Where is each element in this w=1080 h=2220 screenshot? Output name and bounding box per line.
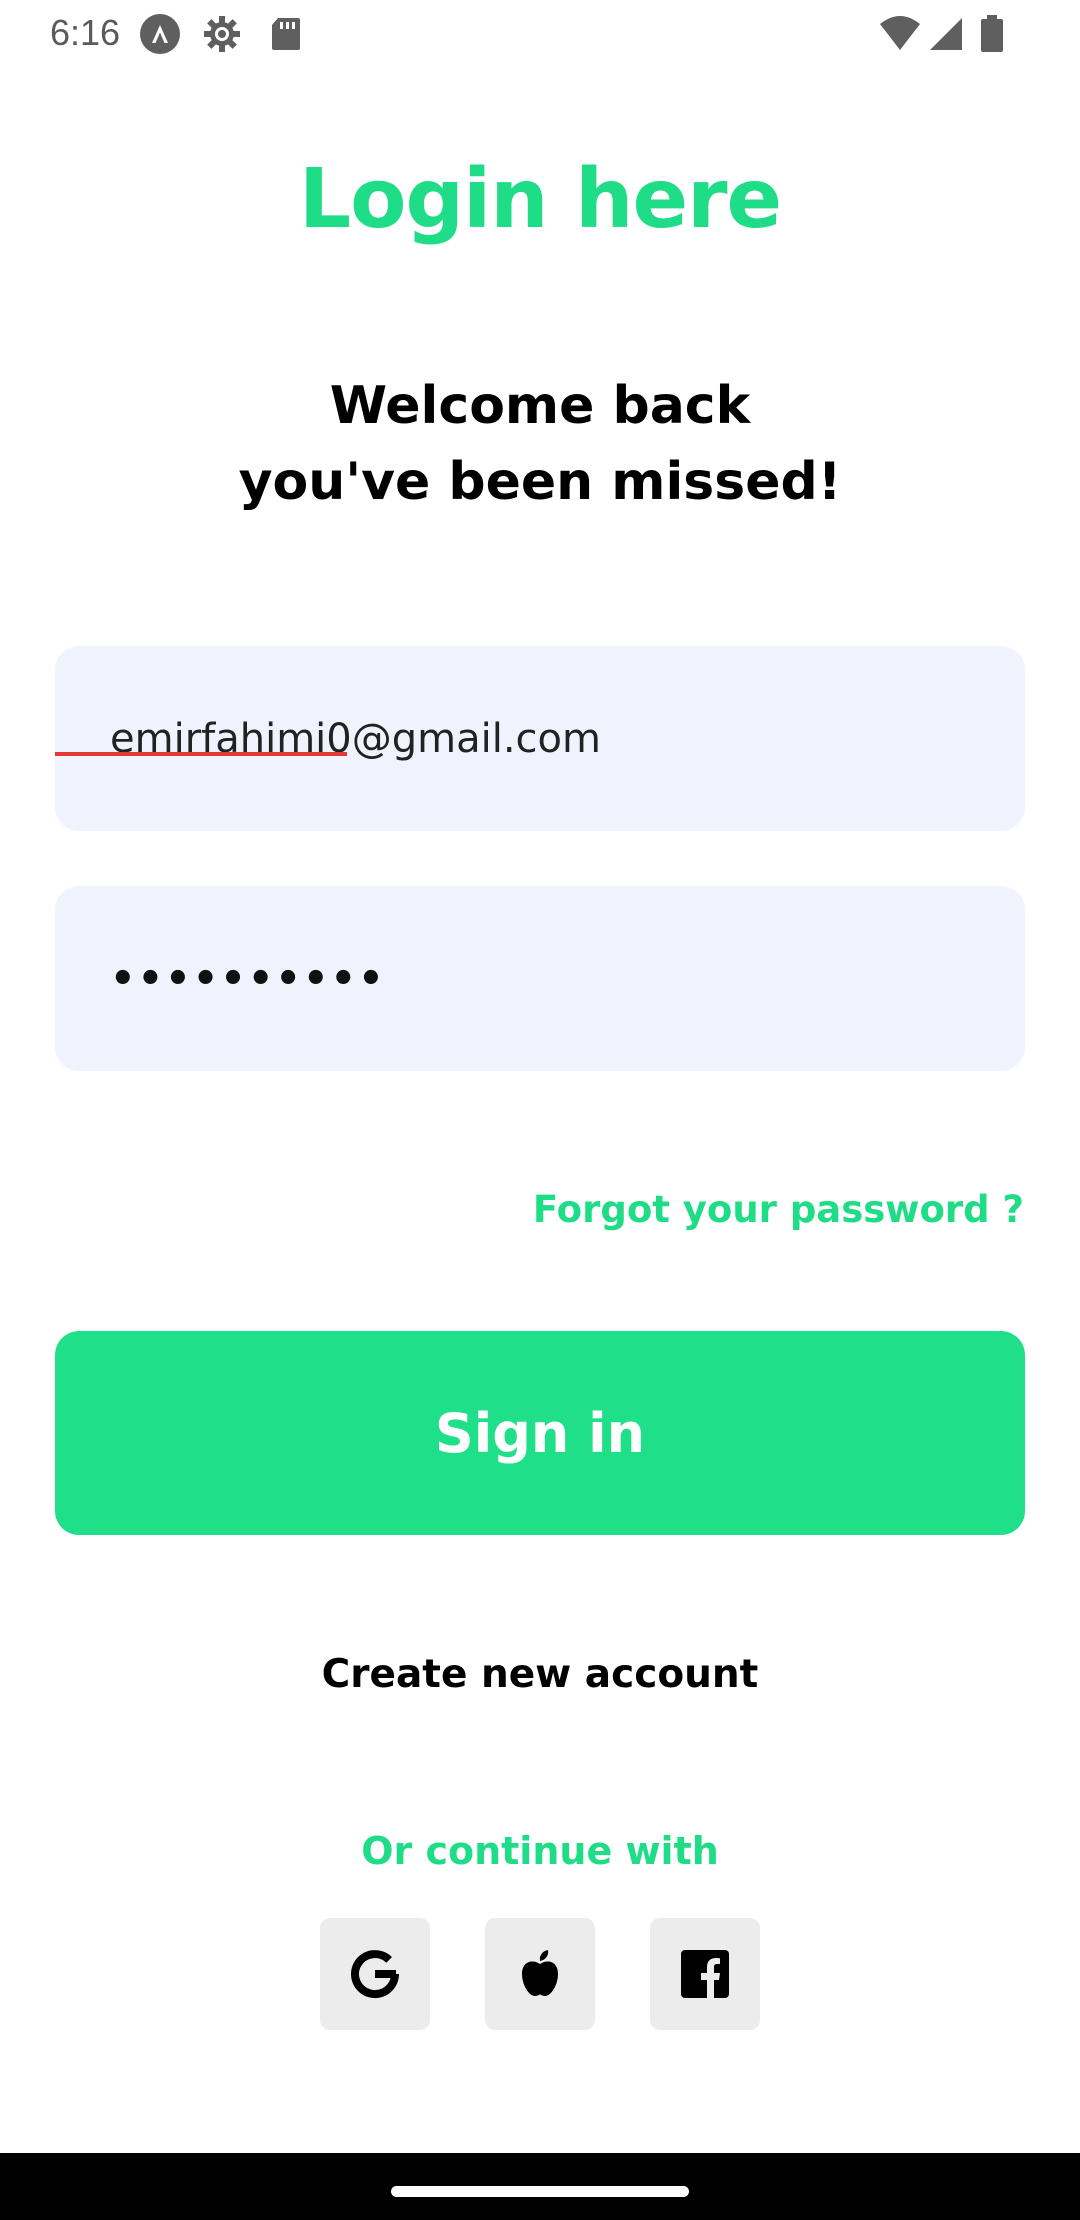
status-bar: 6:16 (0, 0, 1080, 66)
home-gesture-handle[interactable] (391, 2186, 689, 2197)
email-field[interactable] (55, 646, 1025, 831)
create-account-link[interactable]: Create new account (0, 1648, 1080, 1702)
sign-in-button[interactable]: Sign in (55, 1331, 1025, 1535)
welcome-subtitle: Welcome back you've been missed! (0, 368, 1080, 520)
status-time: 6:16 (50, 12, 121, 53)
password-field[interactable] (55, 886, 1025, 1071)
forgot-password-link[interactable]: Forgot your password ? (533, 1184, 1024, 1236)
facebook-login-button[interactable] (650, 1918, 760, 2030)
facebook-icon (681, 1950, 729, 1998)
social-login-heading: Or continue with (361, 1829, 719, 1873)
welcome-line-1: Welcome back (329, 376, 751, 436)
app-a-icon (140, 14, 180, 54)
page-title: Login here (298, 152, 782, 247)
password-input[interactable] (110, 886, 990, 1071)
spellcheck-underline (55, 752, 347, 756)
wifi-icon (880, 16, 920, 50)
apple-login-button[interactable] (485, 1918, 595, 2030)
welcome-line-2: you've been missed! (238, 452, 842, 512)
battery-icon (981, 15, 1003, 52)
sd-card-icon (272, 18, 300, 50)
google-icon (351, 1950, 400, 1999)
email-input[interactable] (110, 646, 990, 831)
cell-signal-icon (930, 18, 962, 50)
google-login-button[interactable] (320, 1918, 430, 2030)
apple-icon (522, 1950, 558, 1996)
settings-gear-icon (204, 16, 240, 52)
